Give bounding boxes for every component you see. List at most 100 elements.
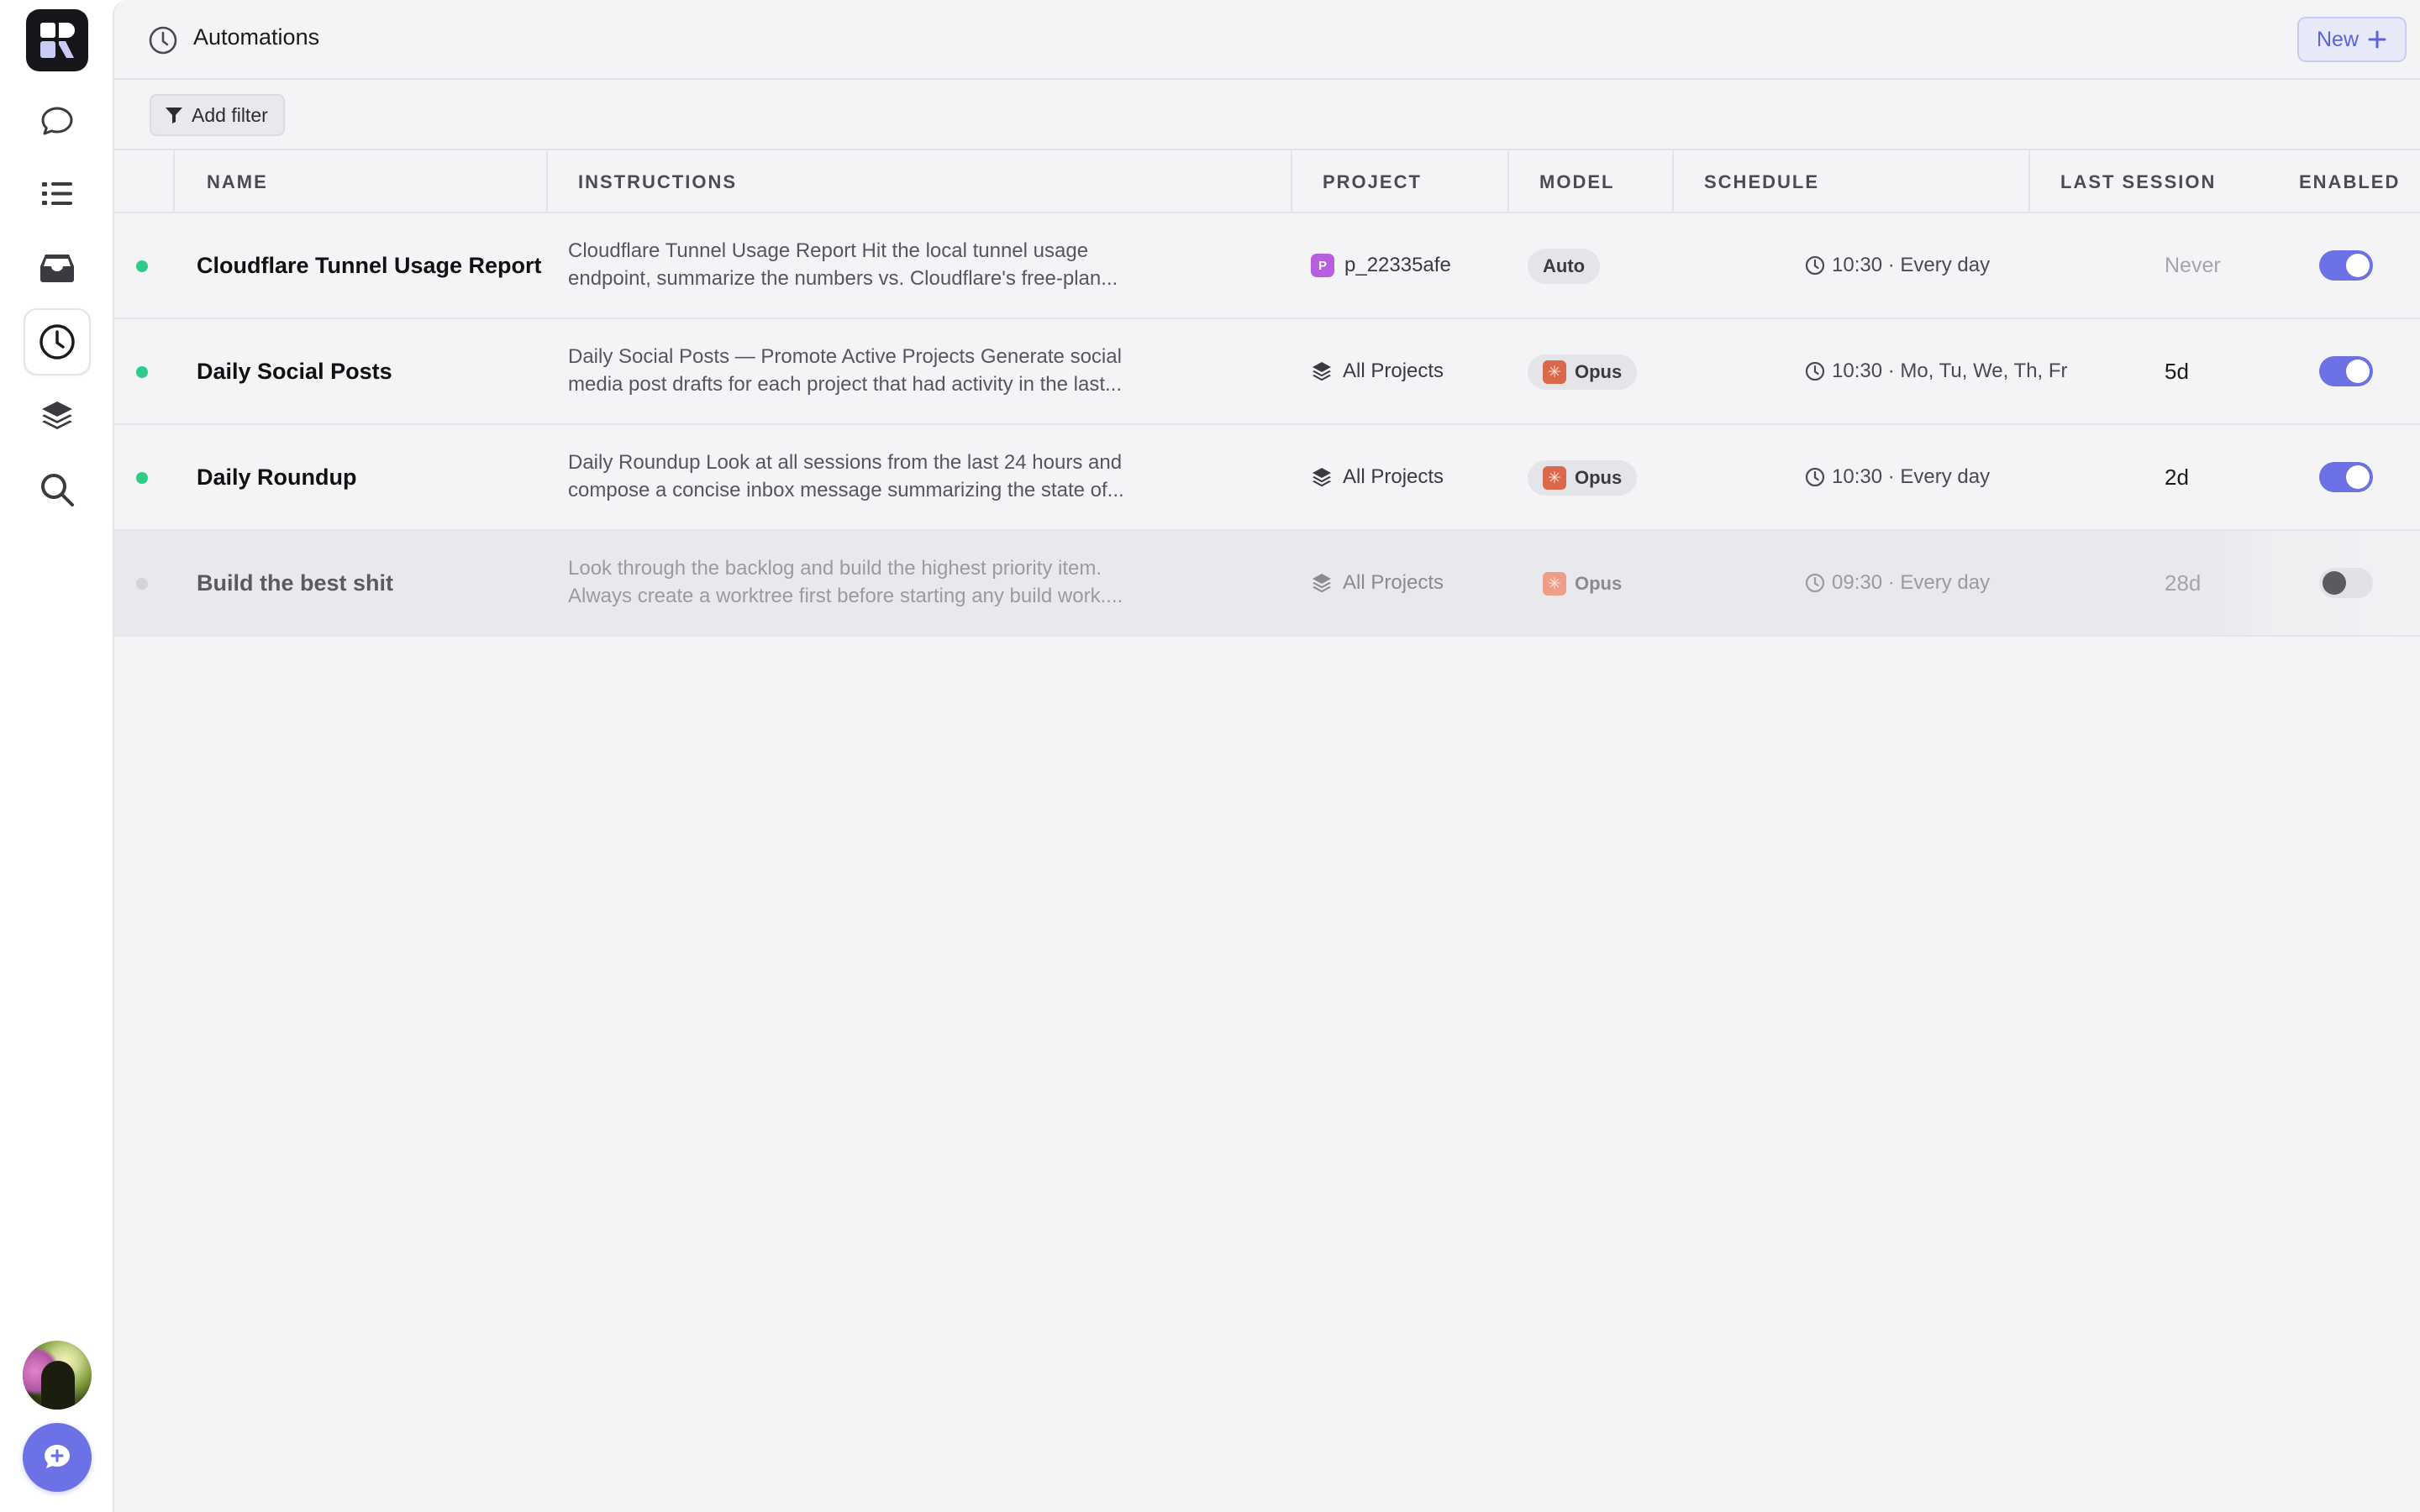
status-dot: [136, 366, 148, 378]
instructions-line: Always create a worktree first before st…: [568, 585, 1123, 607]
schedule-cell: 10:30 · Every day: [1805, 425, 1990, 529]
row-fade-overlay: [2198, 531, 2420, 635]
schedule-cell: 09:30 · Every day: [1805, 531, 1990, 635]
column-header-instructions[interactable]: INSTRUCTIONS: [578, 150, 737, 213]
table-row[interactable]: Cloudflare Tunnel Usage Report Cloudflar…: [114, 213, 2420, 319]
automation-instructions: Daily Roundup Look at all sessions from …: [568, 449, 1173, 504]
schedule-text: 09:30 · Every day: [1832, 571, 1991, 594]
clock-icon[interactable]: [24, 308, 91, 375]
layers-icon: [1313, 468, 1331, 487]
column-divider: [173, 150, 175, 213]
clock-icon: [149, 26, 177, 55]
column-divider: [1672, 150, 1674, 213]
enabled-toggle[interactable]: [2319, 250, 2373, 281]
column-header-model[interactable]: MODEL: [1539, 150, 1614, 213]
chat-bubble-icon[interactable]: [24, 87, 91, 155]
project-cell: All Projects: [1311, 531, 1444, 635]
enabled-toggle[interactable]: [2319, 568, 2373, 598]
model-badge: ✳ Opus: [1528, 460, 1638, 496]
model-name: Opus: [1575, 573, 1623, 594]
model-badge: ✳ Opus: [1528, 354, 1638, 390]
automation-instructions: Cloudflare Tunnel Usage Report Hit the l…: [568, 237, 1173, 292]
project-name: p_22335afe: [1344, 254, 1451, 276]
enabled-toggle[interactable]: [2319, 356, 2373, 386]
project-name: All Projects: [1343, 571, 1444, 594]
project-cell: All Projects: [1311, 319, 1444, 423]
search-icon[interactable]: [24, 456, 91, 523]
layers-icon: [1313, 362, 1331, 381]
instructions-line: Cloudflare Tunnel Usage Report Hit the l…: [568, 239, 1089, 262]
column-divider: [2028, 150, 2030, 213]
project-name: All Projects: [1343, 360, 1444, 382]
enabled-toggle[interactable]: [2319, 462, 2373, 492]
table-row[interactable]: Build the best shit Look through the bac…: [114, 531, 2420, 637]
automation-instructions: Look through the backlog and build the h…: [568, 554, 1173, 610]
claude-icon: ✳: [1543, 360, 1566, 384]
inbox-icon[interactable]: [24, 234, 91, 302]
add-filter-label: Add filter: [192, 103, 268, 126]
model-badge: Auto: [1528, 249, 1601, 284]
status-dot: [136, 260, 148, 272]
column-divider: [1507, 150, 1509, 213]
status-dot: [136, 578, 148, 590]
column-header-name[interactable]: NAME: [207, 150, 268, 213]
layers-icon: [1313, 574, 1331, 593]
chat-plus-icon: [45, 1445, 70, 1468]
automation-instructions: Daily Social Posts — Promote Active Proj…: [568, 343, 1173, 398]
page-title: Automations: [193, 24, 320, 50]
schedule-text: 10:30 · Mo, Tu, We, Th, Fr: [1832, 360, 2068, 382]
list-icon[interactable]: [24, 160, 91, 228]
schedule-text: 10:30 · Every day: [1832, 254, 1991, 276]
column-divider: [1291, 150, 1292, 213]
model-name: Opus: [1575, 361, 1623, 382]
clock-icon: [1805, 361, 1825, 381]
clock-icon: [1805, 573, 1825, 593]
add-filter-button[interactable]: Add filter: [150, 94, 285, 136]
schedule-text: 10:30 · Every day: [1832, 465, 1991, 488]
column-header-last-session[interactable]: LAST SESSION: [2060, 150, 2216, 213]
instructions-line: Look through the backlog and build the h…: [568, 557, 1102, 580]
table-header: NAME INSTRUCTIONS PROJECT MODEL SCHEDULE…: [114, 150, 2420, 213]
project-tag-icon: P: [1311, 254, 1334, 277]
column-header-enabled[interactable]: ENABLED: [2299, 150, 2400, 213]
automation-name: Cloudflare Tunnel Usage Report: [197, 252, 542, 278]
instructions-line: Daily Social Posts — Promote Active Proj…: [568, 345, 1122, 368]
clock-icon: [1805, 255, 1825, 276]
instructions-line: compose a concise inbox message summariz…: [568, 479, 1124, 501]
model-name: Auto: [1543, 255, 1586, 276]
user-avatar[interactable]: [23, 1341, 92, 1410]
plus-icon: [2368, 30, 2386, 49]
schedule-cell: 10:30 · Every day: [1805, 213, 1990, 318]
project-cell: P p_22335afe: [1311, 213, 1451, 318]
instructions-line: Daily Roundup Look at all sessions from …: [568, 451, 1123, 474]
column-header-project[interactable]: PROJECT: [1323, 150, 1422, 213]
column-header-schedule[interactable]: SCHEDULE: [1704, 150, 1819, 213]
page-header: Automations New: [114, 0, 2420, 80]
last-session: 28d: [2165, 570, 2202, 596]
column-divider: [546, 150, 548, 213]
new-automation-button[interactable]: New: [2297, 17, 2407, 62]
instructions-line: media post drafts for each project that …: [568, 373, 1123, 396]
table-row[interactable]: Daily Social Posts Daily Social Posts — …: [114, 319, 2420, 425]
new-button-label: New: [2316, 27, 2359, 51]
automation-name: Daily Social Posts: [197, 358, 392, 384]
claude-icon: ✳: [1543, 466, 1566, 490]
app-logo-icon[interactable]: [26, 9, 88, 71]
project-name: All Projects: [1343, 465, 1444, 488]
automation-name: Build the best shit: [197, 570, 394, 596]
table-row[interactable]: Daily Roundup Daily Roundup Look at all …: [114, 425, 2420, 531]
project-cell: All Projects: [1311, 425, 1444, 529]
clock-icon: [1805, 467, 1825, 487]
model-name: Opus: [1575, 467, 1623, 488]
claude-icon: ✳: [1543, 572, 1566, 596]
main-panel: Automations New Add filter NAME INSTRUCT…: [113, 0, 2420, 1512]
schedule-cell: 10:30 · Mo, Tu, We, Th, Fr: [1805, 319, 2068, 423]
status-dot: [136, 472, 148, 484]
filter-icon: [166, 108, 182, 123]
filter-bar: Add filter: [114, 80, 2420, 150]
last-session: Never: [2165, 253, 2221, 277]
last-session: 2d: [2165, 464, 2189, 490]
new-chat-button[interactable]: [23, 1423, 92, 1492]
layers-icon[interactable]: [24, 382, 91, 449]
model-badge: ✳ Opus: [1528, 566, 1637, 601]
